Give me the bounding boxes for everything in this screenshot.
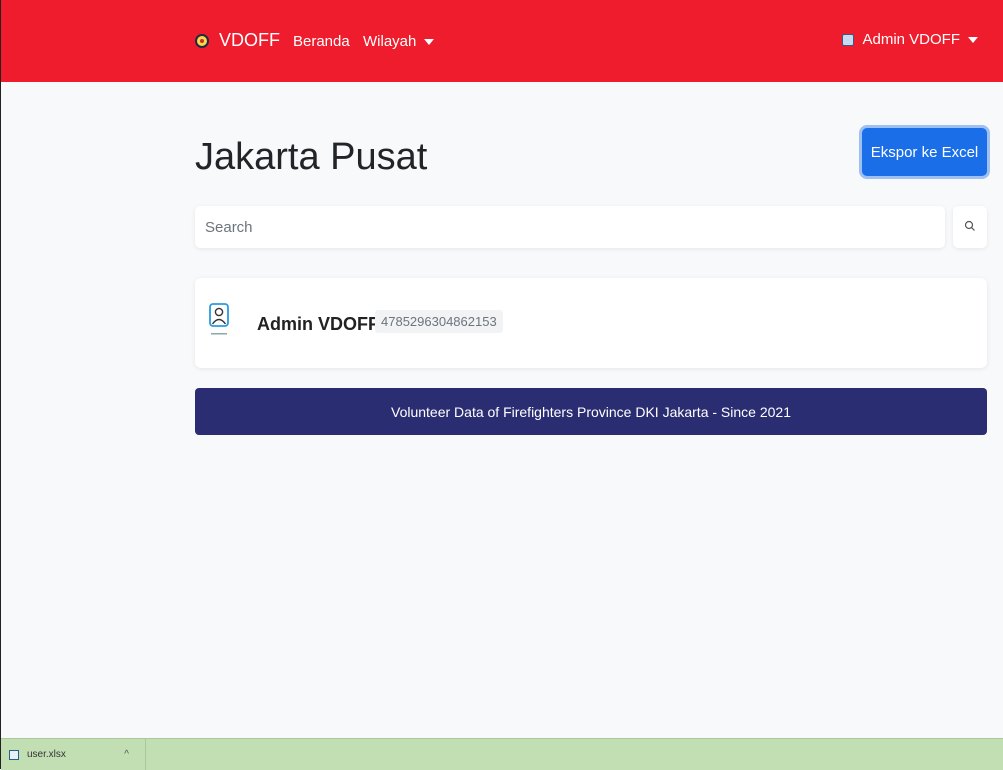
brand-logo-icon	[195, 33, 209, 48]
search-input[interactable]	[195, 206, 945, 248]
result-id-badge: 4785296304862153	[375, 310, 503, 333]
user-name: Admin VDOFF	[862, 31, 960, 48]
search-button[interactable]	[953, 206, 987, 248]
caret-down-icon	[424, 39, 435, 46]
nav-dropdown-wilayah-label: Wilayah	[363, 33, 417, 50]
download-item[interactable]: user.xlsx ^	[1, 739, 146, 770]
user-dropdown[interactable]: Admin VDOFF	[842, 31, 978, 48]
footer-banner: Volunteer Data of Firefighters Province …	[195, 388, 987, 435]
export-excel-button[interactable]: Ekspor ke Excel	[862, 128, 987, 176]
browser-download-bar: user.xlsx ^	[1, 738, 1003, 770]
brand-name: VDOFF	[219, 30, 280, 50]
nav-dropdown-wilayah[interactable]: Wilayah	[363, 33, 435, 50]
page-title: Jakarta Pusat	[195, 136, 428, 178]
brand-link[interactable]: VDOFF	[195, 30, 280, 51]
top-navbar: VDOFF Beranda Wilayah Admin VDOFF	[1, 0, 1003, 82]
result-card[interactable]: Admin VDOFF 4785296304862153	[195, 278, 987, 368]
user-icon	[842, 33, 855, 46]
person-avatar-icon	[209, 303, 229, 335]
caret-down-icon	[968, 36, 978, 43]
result-name: Admin VDOFF	[257, 314, 379, 334]
search-icon	[964, 220, 975, 231]
excel-file-icon	[9, 749, 19, 760]
download-file-name: user.xlsx	[27, 749, 66, 760]
chevron-up-icon[interactable]: ^	[124, 749, 129, 760]
nav-link-beranda[interactable]: Beranda	[293, 33, 350, 50]
